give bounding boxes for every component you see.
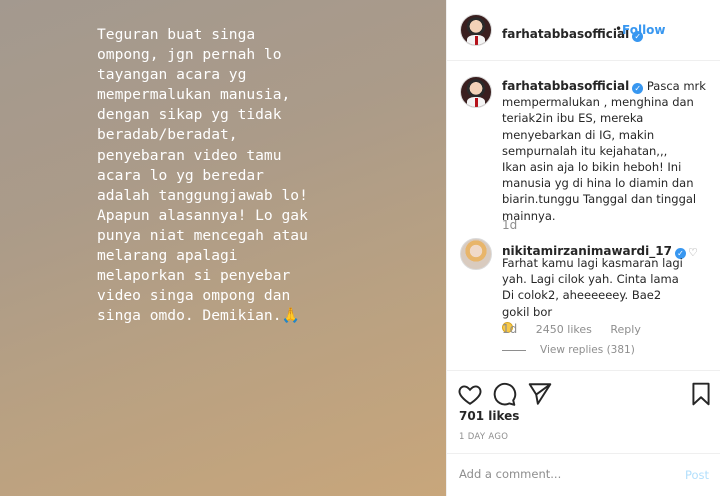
add-comment-input[interactable]	[459, 467, 679, 481]
bookmark-icon[interactable]	[688, 381, 714, 407]
media-story-text: Teguran buat singa ompong, jgn pernah lo…	[97, 26, 308, 325]
add-comment-bar: Post	[447, 453, 720, 496]
post-caption: farhatabbasofficial ✓ Pasca mrk mempermal…	[502, 78, 712, 224]
post-media[interactable]: Teguran buat singa ompong, jgn pernah lo…	[0, 0, 446, 496]
share-icon[interactable]	[527, 381, 553, 407]
verified-badge-icon: ✓	[632, 83, 644, 94]
comment-timestamp[interactable]: 1d	[502, 322, 517, 336]
header-username[interactable]: farhatabbasofficial	[502, 27, 629, 41]
caption-text-2: Ikan asin aja lo bikin heboh! Ini manusi…	[502, 160, 697, 223]
view-replies-label[interactable]: View replies (381)	[540, 344, 635, 356]
comment-icon[interactable]	[491, 381, 517, 407]
view-replies-button[interactable]: View replies (381)	[502, 344, 635, 356]
heart-icon[interactable]	[457, 381, 483, 407]
caption-username[interactable]: farhatabbasofficial	[502, 79, 629, 93]
likes-count[interactable]: 701 likes	[459, 409, 519, 423]
follow-button[interactable]: Follow	[622, 23, 666, 37]
avatar[interactable]	[460, 14, 492, 46]
post-sidebar: farhatabbasofficial ✓ • Follow farhatabba…	[446, 0, 720, 496]
post-button[interactable]: Post	[685, 468, 709, 482]
post-header: farhatabbasofficial ✓ • Follow	[447, 0, 720, 61]
comment-meta: 1d 2450 likes Reply	[502, 322, 656, 336]
comment-like-heart-icon[interactable]: ♡	[688, 246, 698, 259]
reply-button[interactable]: Reply	[610, 323, 640, 336]
comment-likes[interactable]: 2450 likes	[536, 323, 592, 336]
comment-avatar[interactable]	[460, 238, 492, 270]
comment-body: Farhat kamu lagi kasmaran lagi yah. Lagi…	[502, 256, 683, 319]
replies-divider	[502, 349, 526, 351]
post-timestamp[interactable]: 1 DAY AGO	[459, 432, 508, 442]
caption-timestamp[interactable]: 1d	[502, 218, 517, 232]
caption-avatar[interactable]	[460, 76, 492, 108]
